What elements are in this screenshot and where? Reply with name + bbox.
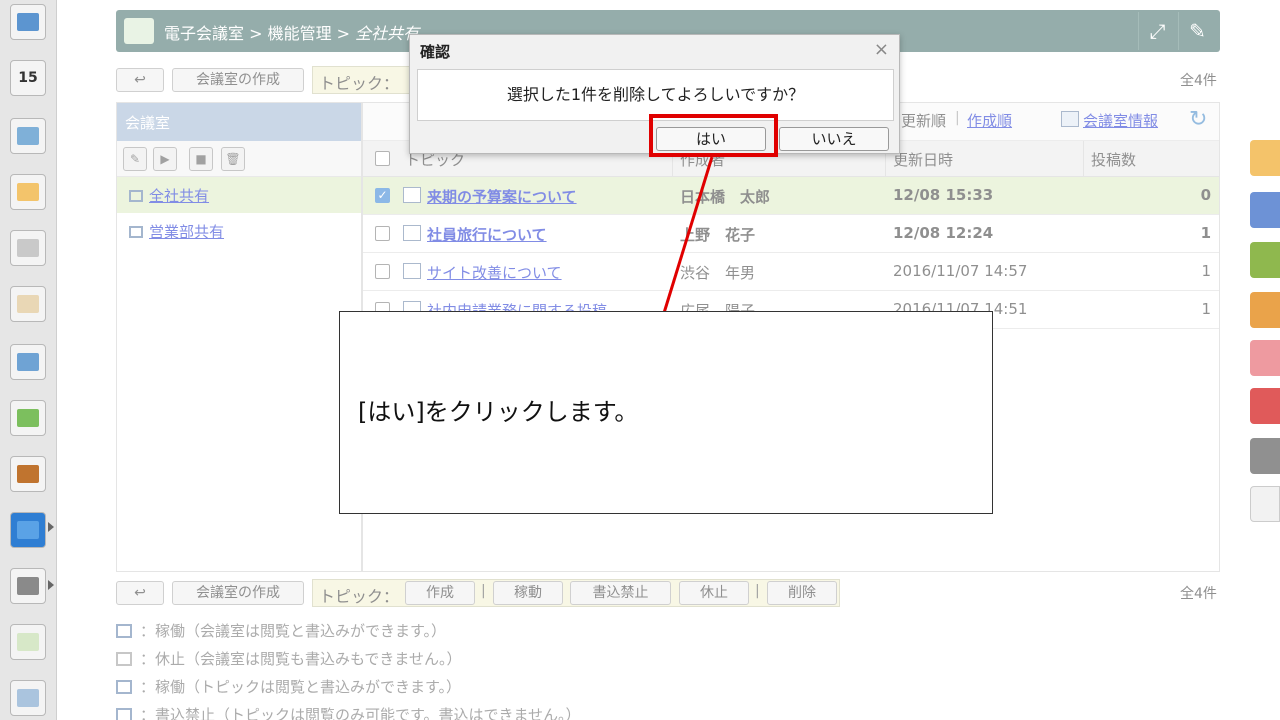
sync-icon[interactable] xyxy=(10,400,46,436)
calendar-icon[interactable]: 15 xyxy=(10,60,46,96)
instruction-callout: [はい]をクリックします。 xyxy=(339,311,993,514)
close-icon[interactable]: × xyxy=(874,39,889,60)
calendar-day: 15 xyxy=(18,70,38,86)
no-button[interactable]: いいえ xyxy=(779,127,889,151)
neo-expand-icon[interactable] xyxy=(48,522,54,532)
news-icon[interactable] xyxy=(10,680,46,716)
rail-tab-pink[interactable] xyxy=(1250,340,1280,376)
rail-tab-gray[interactable] xyxy=(1250,438,1280,474)
dialog-title: 確認 xyxy=(420,43,451,61)
rail-tab-blue[interactable] xyxy=(1250,192,1280,228)
rail-tab-green[interactable] xyxy=(1250,242,1280,278)
memo-icon[interactable] xyxy=(10,174,46,210)
folder-expand-icon[interactable] xyxy=(48,580,54,590)
search-icon[interactable] xyxy=(10,344,46,380)
portal-icon[interactable] xyxy=(10,4,46,40)
rail-tab-red[interactable] xyxy=(1250,388,1280,424)
pencil-tab-icon[interactable] xyxy=(1250,486,1280,522)
neo-icon[interactable] xyxy=(10,512,46,548)
notice-tab-icon[interactable] xyxy=(1250,140,1280,176)
board-icon[interactable] xyxy=(10,230,46,266)
rail-tab-orange[interactable] xyxy=(1250,292,1280,328)
folder-icon[interactable] xyxy=(10,568,46,604)
callout-text: [はい]をクリックします。 xyxy=(358,398,639,426)
facility-icon[interactable] xyxy=(10,118,46,154)
app-icon[interactable] xyxy=(10,624,46,660)
cabinet-icon[interactable] xyxy=(10,456,46,492)
right-rail xyxy=(1248,0,1280,720)
report-icon[interactable] xyxy=(10,286,46,322)
app-sidebar: 15 xyxy=(0,0,57,720)
yes-button-highlight xyxy=(649,114,778,157)
